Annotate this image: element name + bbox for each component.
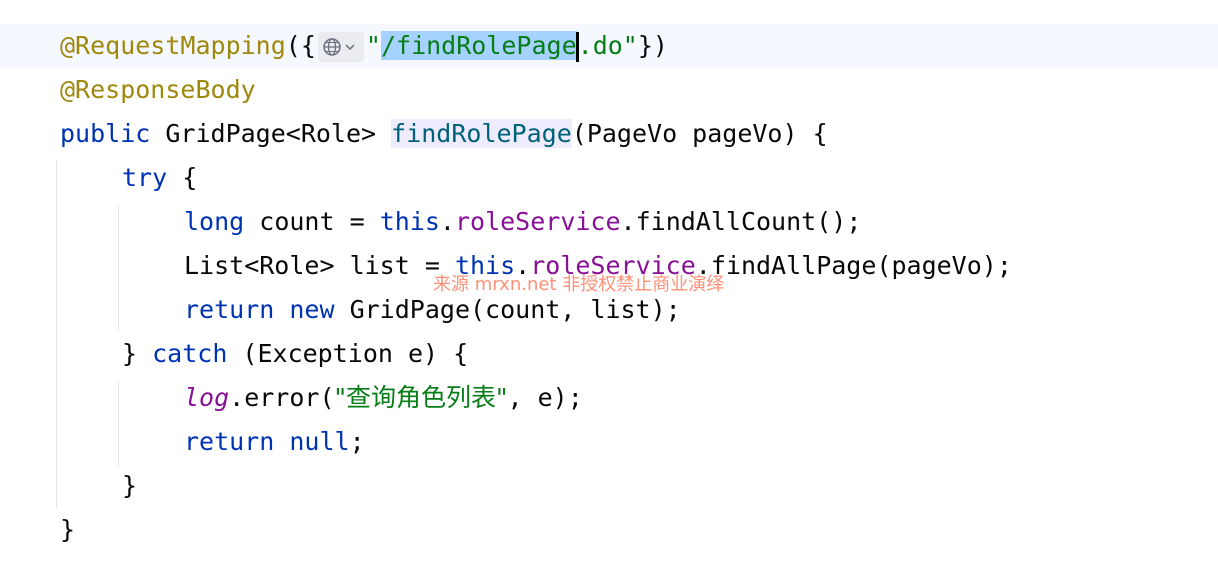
code-editor[interactable]: @RequestMapping({"/findRolePage.do"}) @R… — [0, 0, 1218, 562]
code-line-5[interactable]: long count = this.roleService.findAllCou… — [0, 200, 1218, 244]
code-line-9[interactable]: log.error("查询角色列表", e); — [0, 376, 1218, 420]
annotation: @ResponseBody — [60, 75, 256, 104]
globe-icon — [323, 38, 355, 56]
selected-text[interactable]: findRolePage — [396, 31, 577, 60]
field-reference[interactable]: roleService — [455, 207, 621, 236]
code-line-8[interactable]: } catch (Exception e) { — [0, 332, 1218, 376]
annotation: @RequestMapping — [60, 31, 286, 60]
code-line-12[interactable]: } — [0, 508, 1218, 552]
code-line-11[interactable]: } — [0, 464, 1218, 508]
string-literal: "查询角色列表" — [334, 383, 508, 412]
watermark-text: 来源 mrxn.net 非授权禁止商业演绎 — [433, 274, 725, 295]
code-line-10[interactable]: return null; — [0, 420, 1218, 464]
code-line-3[interactable]: public GridPage<Role> findRolePage(PageV… — [0, 112, 1218, 156]
code-line-2[interactable]: @ResponseBody — [0, 68, 1218, 112]
method-name[interactable]: findRolePage — [391, 119, 572, 148]
chevron-down-icon — [345, 44, 355, 51]
url-inlay-hint[interactable] — [317, 32, 364, 62]
code-line-1[interactable]: @RequestMapping({"/findRolePage.do"}) — [0, 24, 1218, 68]
code-line-4[interactable]: try { — [0, 156, 1218, 200]
static-field-reference[interactable]: log — [184, 383, 229, 412]
